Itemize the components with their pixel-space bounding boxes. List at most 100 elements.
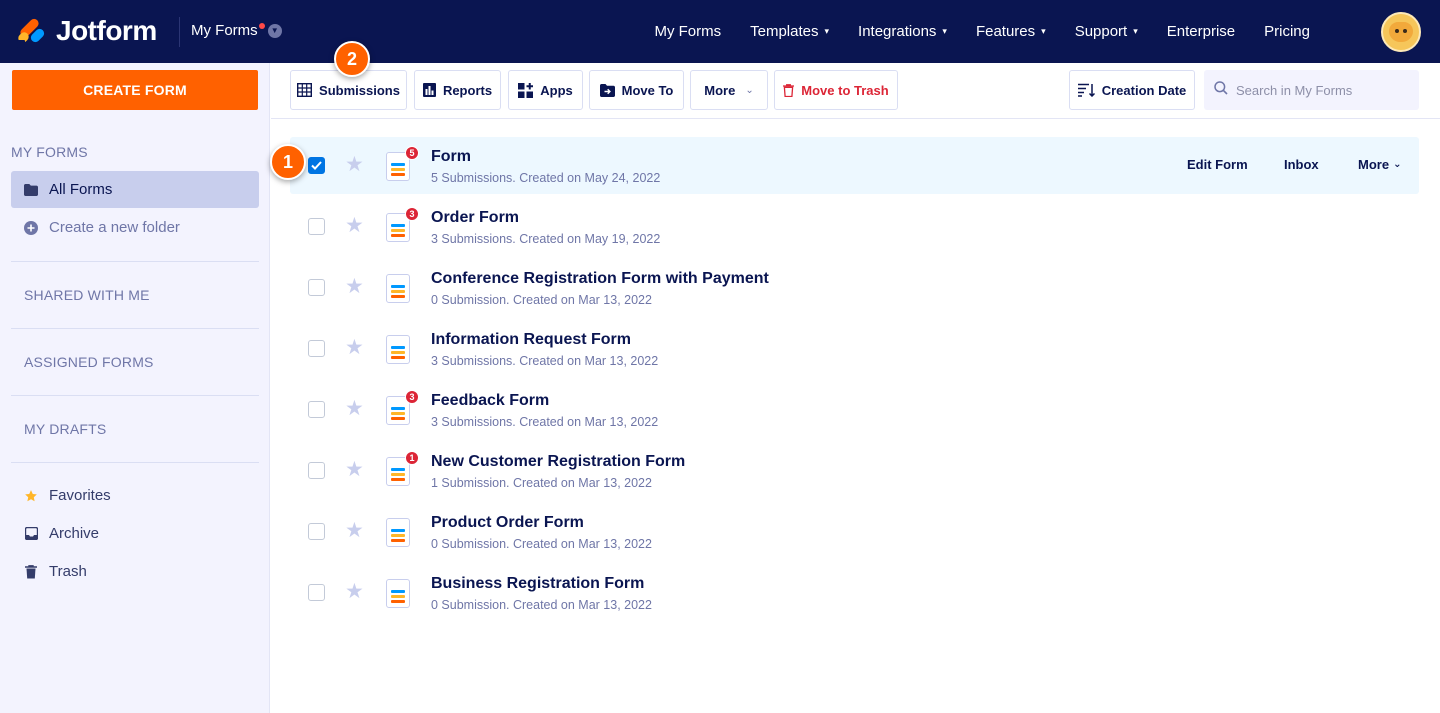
- top-navigation-bar: Jotform My Forms ▼ My Forms Templates ▾ I…: [0, 0, 1440, 63]
- form-row[interactable]: ★ 3 Feedback Form 3 Submissions. Created…: [290, 381, 1419, 438]
- sidebar-divider: [11, 462, 259, 463]
- form-title[interactable]: Product Order Form: [431, 514, 584, 532]
- create-form-button[interactable]: CREATE FORM: [12, 70, 258, 110]
- form-title[interactable]: New Customer Registration Form: [431, 453, 685, 471]
- move-to-trash-label: Move to Trash: [801, 82, 889, 98]
- folder-icon: [24, 183, 38, 197]
- search-box: [1204, 70, 1419, 110]
- sidebar-divider: [11, 395, 259, 396]
- form-meta: 3 Submissions. Created on May 19, 2022: [431, 232, 661, 246]
- row-checkbox[interactable]: [308, 523, 325, 540]
- apps-button[interactable]: Apps: [508, 70, 583, 110]
- move-to-label: Move To: [621, 82, 674, 98]
- nav-item-my-forms[interactable]: My Forms: [654, 23, 721, 40]
- form-meta: 0 Submission. Created on Mar 13, 2022: [431, 598, 652, 612]
- reports-button[interactable]: Reports: [414, 70, 501, 110]
- nav-item-features[interactable]: Features ▾: [976, 23, 1046, 40]
- form-row[interactable]: ★ Conference Registration Form with Paym…: [290, 259, 1419, 316]
- row-checkbox[interactable]: [308, 157, 325, 174]
- nav-item-templates[interactable]: Templates ▾: [750, 23, 829, 40]
- caret-down-icon: ▾: [1133, 26, 1138, 36]
- form-row[interactable]: ★ 5 Form 5 Submissions. Created on May 2…: [290, 137, 1419, 194]
- form-row[interactable]: ★ Business Registration Form 0 Submissio…: [290, 564, 1419, 621]
- sort-icon: [1077, 83, 1095, 97]
- favorite-star-icon[interactable]: ★: [345, 520, 364, 541]
- sidebar-item-trash[interactable]: Trash: [11, 553, 259, 590]
- step-callout-2: 2: [334, 41, 370, 77]
- sidebar-heading-drafts[interactable]: MY DRAFTS: [24, 421, 106, 437]
- notification-dot-icon: [258, 23, 265, 29]
- edit-form-button[interactable]: Edit Form: [1187, 157, 1248, 172]
- sidebar-item-label: All Forms: [49, 181, 113, 198]
- main-nav: My Forms Templates ▾ Integrations ▾ Featur…: [625, 0, 1310, 63]
- folder-move-icon: [599, 83, 615, 97]
- sidebar-item-create-folder[interactable]: Create a new folder: [11, 209, 259, 246]
- jotform-logo[interactable]: Jotform: [16, 15, 157, 48]
- nav-label: Integrations: [858, 23, 937, 40]
- favorite-star-icon[interactable]: ★: [345, 215, 364, 236]
- form-title[interactable]: Business Registration Form: [431, 575, 644, 593]
- row-checkbox[interactable]: [308, 340, 325, 357]
- nav-item-integrations[interactable]: Integrations ▾: [858, 23, 947, 40]
- form-document-icon: [386, 335, 410, 364]
- sidebar-heading-my-forms[interactable]: MY FORMS: [11, 144, 88, 160]
- favorite-star-icon[interactable]: ★: [345, 398, 364, 419]
- nav-item-support[interactable]: Support ▾: [1075, 23, 1138, 40]
- sidebar-item-favorites[interactable]: Favorites: [11, 477, 259, 514]
- move-to-button[interactable]: Move To: [589, 70, 684, 110]
- new-submissions-badge: 3: [405, 390, 419, 404]
- sidebar-divider: [11, 328, 259, 329]
- row-checkbox[interactable]: [308, 218, 325, 235]
- brand-name: Jotform: [56, 15, 157, 46]
- row-checkbox[interactable]: [308, 401, 325, 418]
- favorite-star-icon[interactable]: ★: [345, 337, 364, 358]
- plus-circle-icon: [24, 220, 38, 235]
- nav-item-enterprise[interactable]: Enterprise: [1167, 23, 1235, 40]
- form-title[interactable]: Information Request Form: [431, 331, 631, 349]
- apps-grid-icon: [518, 82, 534, 98]
- favorite-star-icon[interactable]: ★: [345, 459, 364, 480]
- caret-down-icon: ▾: [824, 26, 830, 36]
- form-meta: 3 Submissions. Created on Mar 13, 2022: [431, 415, 659, 429]
- form-title[interactable]: Feedback Form: [431, 392, 549, 410]
- form-row[interactable]: ★ Information Request Form 3 Submissions…: [290, 320, 1419, 377]
- my-forms-switcher[interactable]: My Forms ▼: [191, 22, 282, 39]
- row-checkbox[interactable]: [308, 279, 325, 296]
- favorite-star-icon[interactable]: ★: [345, 276, 364, 297]
- sort-creation-date-button[interactable]: Creation Date: [1069, 70, 1195, 110]
- nav-label: Pricing: [1264, 23, 1310, 40]
- form-row[interactable]: ★ 3 Order Form 3 Submissions. Created on…: [290, 198, 1419, 255]
- sidebar-heading-shared[interactable]: SHARED WITH ME: [24, 287, 150, 303]
- form-title[interactable]: Order Form: [431, 209, 519, 227]
- nav-item-pricing[interactable]: Pricing: [1264, 23, 1310, 40]
- sidebar-item-archive[interactable]: Archive: [11, 515, 259, 552]
- row-checkbox[interactable]: [308, 462, 325, 479]
- sidebar-item-label: Trash: [49, 563, 87, 580]
- form-meta: 5 Submissions. Created on May 24, 2022: [431, 171, 661, 185]
- nav-label: Support: [1074, 23, 1128, 40]
- form-meta: 3 Submissions. Created on Mar 13, 2022: [431, 354, 659, 368]
- row-checkbox[interactable]: [308, 584, 325, 601]
- apps-label: Apps: [540, 82, 573, 98]
- form-title[interactable]: Conference Registration Form with Paymen…: [431, 270, 769, 288]
- form-document-icon: [386, 274, 410, 303]
- my-forms-switcher-label: My Forms: [191, 22, 258, 39]
- search-input[interactable]: [1236, 82, 1416, 98]
- inbox-button[interactable]: Inbox: [1284, 157, 1319, 172]
- new-submissions-badge: 1: [405, 451, 419, 465]
- form-row[interactable]: ★ 1 New Customer Registration Form 1 Sub…: [290, 442, 1419, 499]
- form-row[interactable]: ★ Product Order Form 0 Submission. Creat…: [290, 503, 1419, 560]
- move-to-trash-button[interactable]: Move to Trash: [774, 70, 898, 110]
- caret-down-icon: ▾: [942, 26, 947, 36]
- sidebar-item-all-forms[interactable]: All Forms: [11, 171, 259, 208]
- row-more-button[interactable]: More ⌄: [1358, 157, 1401, 172]
- archive-icon: [24, 527, 38, 541]
- user-avatar[interactable]: [1381, 12, 1421, 52]
- forms-toolbar: Submissions Reports Apps Move To More ⌄ …: [271, 63, 1440, 119]
- favorite-star-icon[interactable]: ★: [345, 581, 364, 602]
- favorite-star-icon[interactable]: ★: [345, 154, 364, 175]
- more-actions-button[interactable]: More ⌄: [690, 70, 768, 110]
- form-title[interactable]: Form: [431, 148, 471, 166]
- sidebar: CREATE FORM MY FORMS All Forms Create a …: [0, 63, 270, 713]
- sidebar-heading-assigned[interactable]: ASSIGNED FORMS: [24, 354, 154, 370]
